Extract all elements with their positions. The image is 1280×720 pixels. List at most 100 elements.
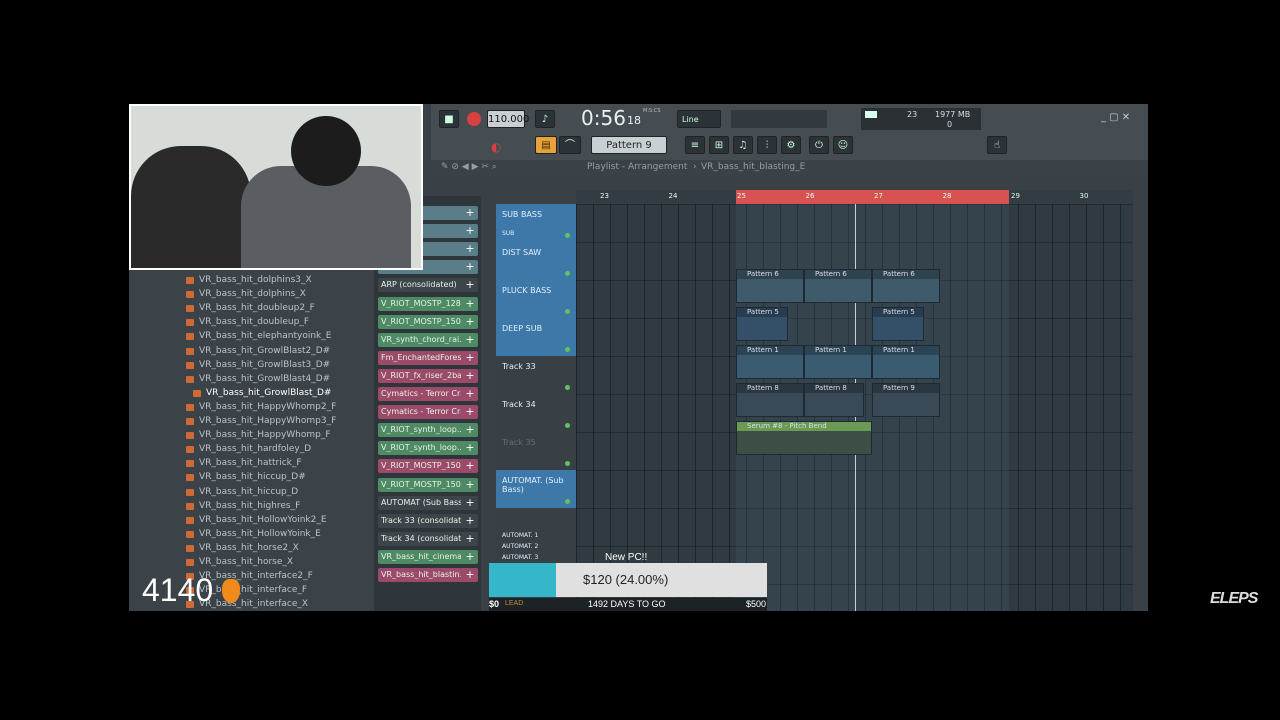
browser-item-label: VR_bass_hit_horse2_X bbox=[199, 542, 299, 553]
playlist-grid[interactable]: Pattern 6 Pattern 6 Pattern 6 Pattern 5 … bbox=[576, 204, 1133, 611]
follower-counter: 4140 bbox=[142, 572, 241, 609]
channel-button[interactable]: Cymatics - Terror Cra...+ bbox=[378, 405, 478, 420]
track-enable-led[interactable] bbox=[565, 233, 570, 238]
channel-add-icon[interactable]: + bbox=[464, 351, 476, 365]
clip-pattern-1[interactable]: Pattern 1 bbox=[736, 345, 804, 379]
channel-add-icon[interactable]: + bbox=[464, 387, 476, 401]
clip-pattern-5[interactable]: Pattern 5 bbox=[872, 307, 924, 341]
clip-pattern-6[interactable]: Pattern 6 bbox=[736, 269, 804, 303]
browser-item-label: VR_bass_hit_hardfoley_D bbox=[199, 444, 312, 455]
channel-button[interactable]: VR_bass_hit_cinema... + bbox=[378, 549, 478, 564]
file-browser: VR_bass_hit_dolphins3_X VR_bass_hit_dolph… bbox=[129, 270, 374, 611]
channel-add-icon[interactable]: + bbox=[464, 297, 476, 311]
channel-add-icon[interactable]: + bbox=[464, 260, 476, 274]
channel-button[interactable]: V_RIOT_synth_loop... + bbox=[378, 423, 478, 438]
track-header[interactable]: Track 33 bbox=[496, 356, 576, 394]
browser-item-label: VR_bass_hit_GrowlBlast3_D# bbox=[199, 359, 331, 370]
channel-add-icon[interactable]: + bbox=[464, 568, 476, 582]
track-header[interactable]: SUB BASS SUB bbox=[496, 204, 576, 242]
channel-label: AUTOMAT (Sub Bass)... bbox=[381, 497, 461, 507]
tempo-display[interactable]: 110.000 bbox=[487, 110, 529, 128]
loop-region[interactable] bbox=[736, 190, 1009, 204]
channel-add-icon[interactable]: + bbox=[464, 496, 476, 510]
plugin-icon[interactable]: ⚙ bbox=[781, 136, 801, 154]
tools-icon[interactable]: ✎ ⊘ ◀ ▶ ✂ ⌕ bbox=[441, 162, 497, 172]
channel-rack-icon[interactable]: ⊞ bbox=[709, 136, 729, 154]
chat-icon[interactable]: ☺ bbox=[833, 136, 853, 154]
channel-add-icon[interactable]: + bbox=[464, 532, 476, 546]
clip-pattern-5[interactable]: Pattern 5 bbox=[736, 307, 788, 341]
touch-icon[interactable]: ☝ bbox=[987, 136, 1007, 154]
clip-pattern-8[interactable]: Pattern 8 bbox=[804, 383, 864, 417]
playlist-icon[interactable]: ≡ bbox=[685, 136, 705, 154]
track-enable-led[interactable] bbox=[565, 309, 570, 314]
channel-button[interactable]: Track 34 (consolidate...+ bbox=[378, 531, 478, 546]
clip-pattern-1[interactable]: Pattern 1 bbox=[872, 345, 940, 379]
track-header[interactable]: AUTOMAT. (Sub Bass) bbox=[496, 470, 576, 508]
channel-button[interactable]: Fm_EnchantedForest...+ bbox=[378, 350, 478, 365]
track-name: SUB BASS bbox=[502, 210, 543, 219]
channel-button[interactable]: VR_bass_hit_blastin... + bbox=[378, 568, 478, 582]
metronome-icon[interactable]: ♪ bbox=[535, 110, 555, 128]
clip-serum-automation[interactable]: Serum #8 - Pitch Bend bbox=[736, 421, 872, 455]
piano-roll-icon[interactable]: ♫ bbox=[733, 136, 753, 154]
channel-add-icon[interactable]: + bbox=[464, 242, 476, 256]
channel-button[interactable]: V_RIOT_MOSTP_150... + bbox=[378, 459, 478, 474]
snap-select[interactable]: Line bbox=[677, 110, 721, 128]
mixer-icon[interactable]: ⫶ bbox=[757, 136, 777, 154]
track-enable-led[interactable] bbox=[565, 499, 570, 504]
channel-add-icon[interactable]: + bbox=[464, 369, 476, 383]
channel-add-icon[interactable]: + bbox=[464, 278, 476, 292]
channel-add-icon[interactable]: + bbox=[464, 333, 476, 347]
channel-add-icon[interactable]: + bbox=[464, 514, 476, 528]
track-header[interactable]: DEEP SUB bbox=[496, 318, 576, 356]
audio-file-icon bbox=[186, 516, 194, 524]
channel-button[interactable]: V_RIOT_MOSTP_150... + bbox=[378, 314, 478, 329]
pattern-select[interactable]: Pattern 9 bbox=[591, 136, 667, 154]
channel-button[interactable]: AUTOMAT (Sub Bass)...+ bbox=[378, 495, 478, 510]
channel-add-icon[interactable]: + bbox=[464, 441, 476, 455]
pattern-mode-button[interactable]: ▤ bbox=[535, 136, 557, 154]
channel-button[interactable]: V_RIOT_synth_loop... + bbox=[378, 441, 478, 456]
channel-button[interactable]: V_RIOT_MOSTP_128... + bbox=[378, 296, 478, 311]
channel-add-icon[interactable]: + bbox=[464, 315, 476, 329]
track-header[interactable]: Track 34 bbox=[496, 394, 576, 432]
track-header[interactable]: Track 35 bbox=[496, 432, 576, 470]
song-mode-button[interactable]: ⌒ bbox=[559, 136, 581, 154]
channel-label: Track 34 (consolidate... bbox=[381, 533, 461, 543]
channel-add-icon[interactable]: + bbox=[464, 405, 476, 419]
channel-button[interactable]: ARP (consolidated) + bbox=[378, 278, 478, 293]
audio-file-icon bbox=[186, 460, 194, 468]
clip-pattern-6[interactable]: Pattern 6 bbox=[872, 269, 940, 303]
clip-pattern-6[interactable]: Pattern 6 bbox=[804, 269, 872, 303]
track-enable-led[interactable] bbox=[565, 385, 570, 390]
timeline-ruler[interactable]: 23 24 25 26 27 28 29 30 bbox=[576, 190, 1133, 204]
track-enable-led[interactable] bbox=[565, 271, 570, 276]
channel-add-icon[interactable]: + bbox=[464, 423, 476, 437]
pointer-icon[interactable]: ◐ bbox=[491, 140, 501, 154]
channel-button[interactable]: VR_synth_chord_rai... + bbox=[378, 332, 478, 347]
window-controls[interactable]: _ ▢ ✕ bbox=[1101, 112, 1130, 123]
channel-button[interactable]: Track 33 (consolidate...+ bbox=[378, 513, 478, 528]
channel-add-icon[interactable]: + bbox=[464, 206, 476, 220]
channel-label: V_RIOT_synth_loop... bbox=[381, 443, 461, 453]
channel-button[interactable]: Cymatics - Terror Cra...+ bbox=[378, 387, 478, 401]
power-icon[interactable]: ⏻ bbox=[809, 136, 829, 154]
clip-pattern-9[interactable]: Pattern 9 bbox=[872, 383, 940, 417]
channel-add-icon[interactable]: + bbox=[464, 478, 476, 492]
track-enable-led[interactable] bbox=[565, 347, 570, 352]
channel-add-icon[interactable]: + bbox=[464, 459, 476, 473]
record-button[interactable] bbox=[467, 112, 481, 126]
track-enable-led[interactable] bbox=[565, 423, 570, 428]
channel-add-icon[interactable]: + bbox=[464, 550, 476, 564]
channel-add-icon[interactable]: + bbox=[464, 224, 476, 238]
track-header[interactable]: PLUCK BASS bbox=[496, 280, 576, 318]
clip-pattern-8[interactable]: Pattern 8 bbox=[736, 383, 804, 417]
channel-button[interactable]: V_RIOT_fx_riser_2ba... + bbox=[378, 368, 478, 383]
track-header[interactable]: DIST SAW bbox=[496, 242, 576, 280]
clip-pattern-1[interactable]: Pattern 1 bbox=[804, 345, 872, 379]
stop-button[interactable]: ■ bbox=[439, 110, 459, 128]
channel-button[interactable]: V_RIOT_MOSTP_150... + bbox=[378, 477, 478, 492]
days-to-go: 1492 DAYS TO GO bbox=[588, 599, 666, 609]
track-enable-led[interactable] bbox=[565, 461, 570, 466]
